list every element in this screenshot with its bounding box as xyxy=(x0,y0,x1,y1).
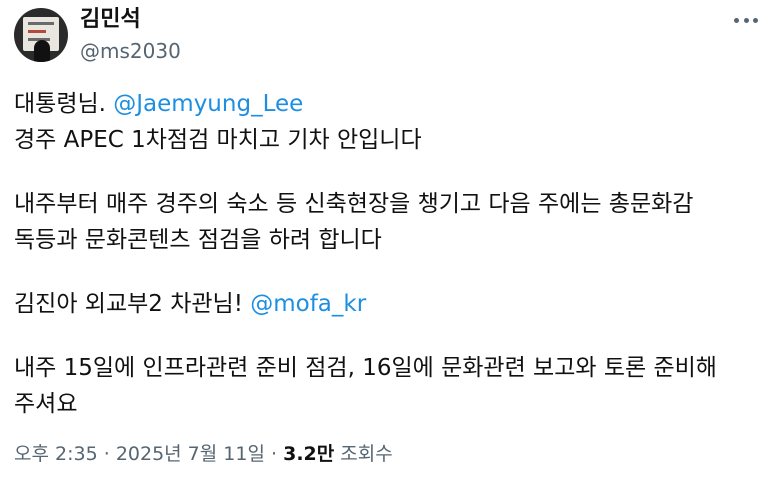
avatar[interactable] xyxy=(14,8,68,62)
tweet-line: 대통령님. @Jaemyung_Lee xyxy=(14,86,759,122)
tweet-line: 내주 15일에 인프라관련 준비 점검, 16일에 문화관련 보고와 토론 준비… xyxy=(14,355,717,381)
mention-link[interactable]: @mofa_kr xyxy=(250,291,366,317)
mention-link[interactable]: @Jaemyung_Lee xyxy=(113,91,303,117)
author-display-name[interactable]: 김민석 xyxy=(80,6,141,34)
dot-icon xyxy=(743,17,749,23)
tweet-meta: 오후 2:35 · 2025년 7월 11일 · 3.2만 조회수 xyxy=(14,440,393,468)
view-label: 조회수 xyxy=(340,443,393,465)
meta-separator: · xyxy=(271,443,278,465)
tweet-line: 경주 APEC 1차점검 마치고 기차 안입니다 xyxy=(14,127,422,153)
tweet-text: 김진아 외교부2 차관님! xyxy=(14,291,243,317)
tweet-date[interactable]: 2025년 7월 11일 xyxy=(116,443,265,465)
tweet-line: 내주부터 매주 경주의 숙소 등 신축현장을 챙기고 다음 주에는 총문화감 xyxy=(14,191,694,217)
dot-icon xyxy=(753,17,758,23)
tweet-body: 대통령님. @Jaemyung_Lee 경주 APEC 1차점검 마치고 기차 … xyxy=(14,86,759,422)
author-handle[interactable]: @ms2030 xyxy=(80,38,181,64)
avatar-person xyxy=(34,40,50,62)
tweet-time[interactable]: 오후 2:35 xyxy=(14,443,98,465)
tweet-line: 김진아 외교부2 차관님! @mofa_kr xyxy=(14,286,759,322)
dot-icon xyxy=(734,17,739,23)
tweet-card: 김민석 @ms2030 대통령님. @Jaemyung_Lee 경주 APEC … xyxy=(0,0,766,497)
tweet-text: 대통령님. xyxy=(14,91,106,117)
tweet-line: 독등과 문화콘텐츠 점검을 하려 합니다 xyxy=(14,227,382,253)
meta-separator: · xyxy=(103,443,110,465)
view-count[interactable]: 3.2만 xyxy=(283,443,334,465)
tweet-line: 주셔요 xyxy=(14,391,78,417)
more-options-icon[interactable] xyxy=(734,14,758,26)
